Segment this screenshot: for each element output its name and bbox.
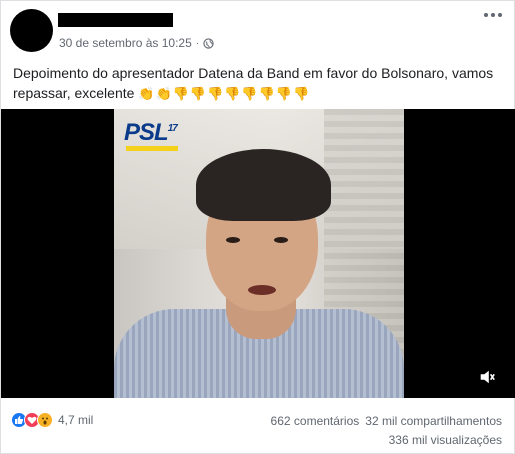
avatar[interactable] xyxy=(10,9,53,52)
video-frame[interactable]: PSL17 xyxy=(114,109,404,398)
facebook-post: 30 de setembro às 10:25 · Depoimento do … xyxy=(0,0,515,454)
more-dot-icon xyxy=(484,13,488,17)
post-timestamp[interactable]: 30 de setembro às 10:25 xyxy=(59,36,192,50)
clap-emoji: 👏 xyxy=(155,86,172,101)
wow-reaction-icon xyxy=(37,412,53,428)
person-mouth xyxy=(248,285,276,295)
post-text: Depoimento do apresentador Datena da Ban… xyxy=(13,63,508,103)
logo-number: 17 xyxy=(167,123,178,134)
logo-text: PSL xyxy=(124,119,169,146)
post-meta: 30 de setembro às 10:25 · xyxy=(59,36,214,50)
meta-separator: · xyxy=(195,37,200,49)
more-options-button[interactable] xyxy=(484,13,502,17)
reactions-summary[interactable]: 4,7 mil xyxy=(11,412,93,428)
clap-emoji: 👏 xyxy=(138,86,155,101)
author-name-redacted[interactable] xyxy=(58,13,173,27)
more-dot-icon xyxy=(498,13,502,17)
globe-icon xyxy=(203,37,214,49)
video-player[interactable]: PSL17 xyxy=(1,109,515,398)
thumbs-down-emoji: 👎 xyxy=(207,86,224,101)
comments-count[interactable]: 662 comentários xyxy=(271,414,360,428)
shares-count[interactable]: 32 mil compartilhamentos xyxy=(365,414,502,428)
views-count: 336 mil visualizações xyxy=(388,433,502,447)
party-logo: PSL17 xyxy=(124,119,178,151)
thumbs-down-emoji: 👎 xyxy=(189,86,207,101)
more-dot-icon xyxy=(491,13,495,17)
logo-bar xyxy=(126,146,178,151)
mute-icon[interactable] xyxy=(478,368,496,386)
thumbs-down-emoji: 👎 xyxy=(241,86,258,101)
thumbs-down-emoji: 👎 xyxy=(258,86,275,101)
person-eye xyxy=(226,237,240,243)
thumbs-down-emoji: 👎 xyxy=(172,86,189,101)
emoji-row: 👏👏👎👎👎👎👎👎👎👎 xyxy=(138,85,310,101)
post-stats: 662 comentários 32 mil compartilhamentos xyxy=(271,414,502,428)
reaction-count: 4,7 mil xyxy=(58,413,94,427)
thumbs-down-emoji: 👎 xyxy=(224,86,241,101)
person-hair xyxy=(196,149,331,221)
person-eye xyxy=(274,237,288,243)
thumbs-down-emoji: 👎 xyxy=(292,86,310,101)
thumbs-down-emoji: 👎 xyxy=(275,86,292,101)
